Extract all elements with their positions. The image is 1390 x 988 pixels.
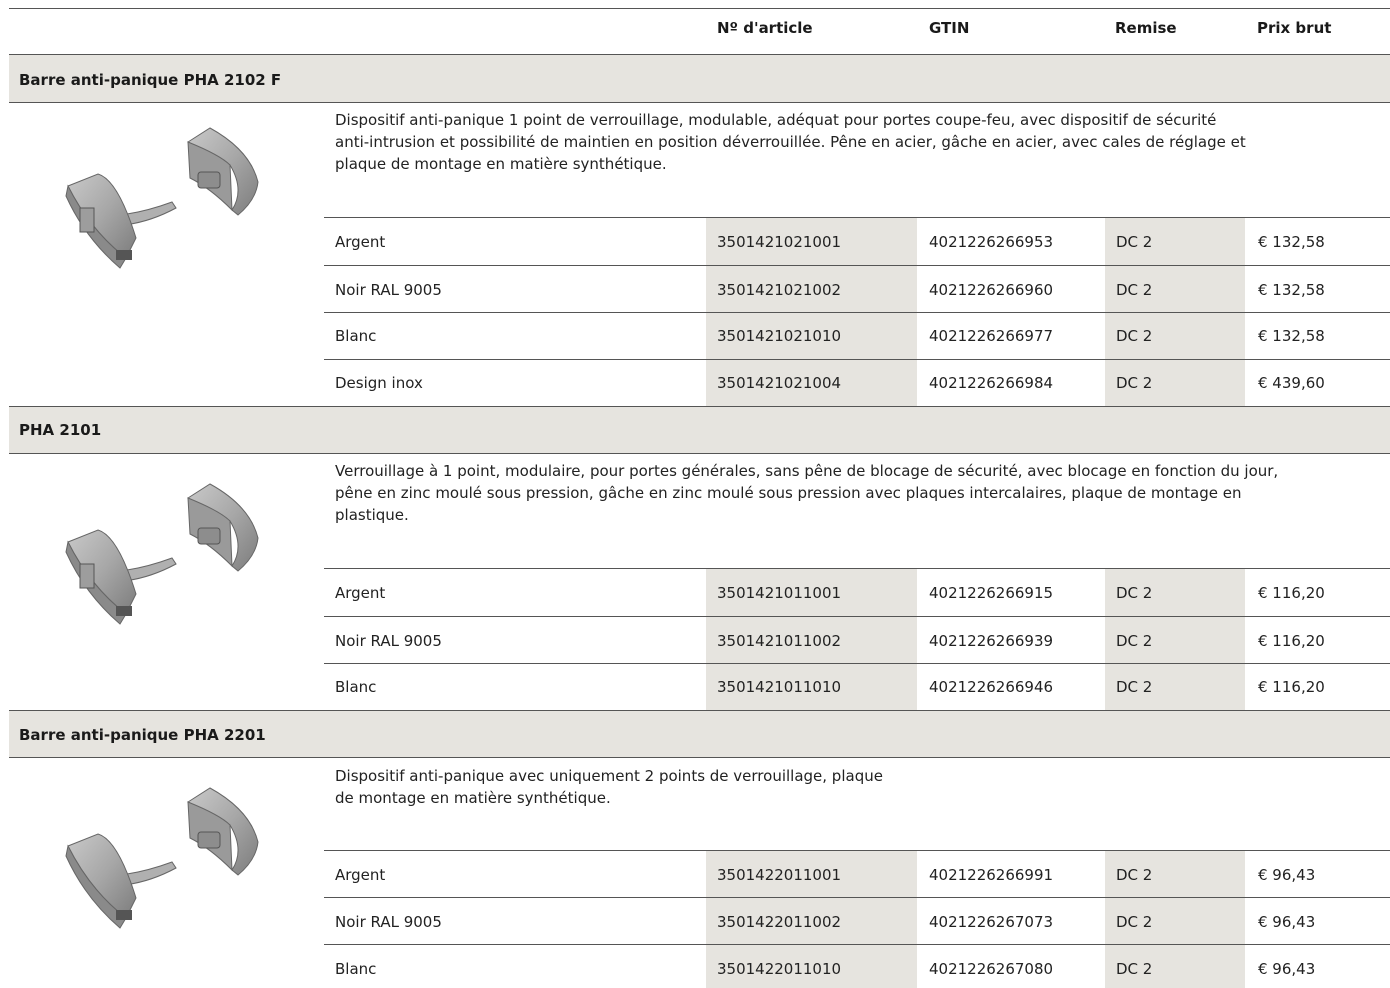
row-rule	[324, 217, 1390, 218]
article-number: 3501421011001	[717, 584, 842, 602]
article-number: 3501421011002	[717, 632, 842, 650]
row-rule	[324, 944, 1390, 945]
article-number: 3501422011010	[717, 960, 842, 978]
gtin-code: 4021226266977	[929, 327, 1054, 345]
article-number: 3501422011001	[717, 866, 842, 884]
discount-code: DC 2	[1116, 584, 1153, 602]
article-number: 3501421021004	[717, 374, 842, 392]
panic-bar-product-icon	[60, 780, 270, 939]
gtin-code: 4021226266984	[929, 374, 1054, 392]
gross-price: € 96,43	[1258, 960, 1316, 978]
gtin-code: 4021226267073	[929, 913, 1054, 931]
gtin-code: 4021226266991	[929, 866, 1054, 884]
description-line: pêne en zinc moulé sous pression, gâche …	[335, 484, 1242, 502]
variant-name: Blanc	[335, 960, 377, 978]
column-header-article: Nº d'article	[717, 19, 813, 37]
header-top-rule	[9, 8, 1390, 9]
column-header-price: Prix brut	[1257, 19, 1332, 37]
group-description: Dispositif anti-panique avec uniquement …	[335, 765, 1385, 809]
gtin-code: 4021226266915	[929, 584, 1054, 602]
row-rule	[324, 663, 1390, 664]
discount-code: DC 2	[1116, 913, 1153, 931]
gross-price: € 132,58	[1258, 327, 1325, 345]
gross-price: € 96,43	[1258, 866, 1316, 884]
gtin-code: 4021226267080	[929, 960, 1054, 978]
variant-name: Blanc	[335, 327, 377, 345]
row-rule	[324, 265, 1390, 266]
article-number: 3501421021002	[717, 281, 842, 299]
variant-name: Design inox	[335, 374, 423, 392]
gtin-code: 4021226266953	[929, 233, 1054, 251]
description-line: anti-intrusion et possibilité de maintie…	[335, 133, 1246, 151]
description-line: plaque de montage en matière synthétique…	[335, 155, 667, 173]
gtin-code: 4021226266939	[929, 632, 1054, 650]
discount-code: DC 2	[1116, 678, 1153, 696]
column-header-gtin: GTIN	[929, 19, 970, 37]
row-rule	[324, 616, 1390, 617]
variant-name: Noir RAL 9005	[335, 632, 442, 650]
group-title: PHA 2101	[19, 421, 102, 439]
panic-bar-product-icon	[60, 120, 270, 279]
group-description: Verrouillage à 1 point, modulaire, pour …	[335, 460, 1385, 526]
group-title: Barre anti-panique PHA 2102 F	[19, 71, 282, 89]
row-rule	[324, 897, 1390, 898]
row-rule	[324, 568, 1390, 569]
variant-name: Argent	[335, 584, 386, 602]
panic-bar-product-icon	[60, 476, 270, 635]
discount-code: DC 2	[1116, 960, 1153, 978]
variant-name: Argent	[335, 233, 386, 251]
gross-price: € 132,58	[1258, 281, 1325, 299]
discount-code: DC 2	[1116, 374, 1153, 392]
gross-price: € 132,58	[1258, 233, 1325, 251]
article-number: 3501422011002	[717, 913, 842, 931]
description-line: plastique.	[335, 506, 409, 524]
column-header-discount: Remise	[1115, 19, 1177, 37]
group-header	[9, 406, 1390, 454]
gtin-code: 4021226266960	[929, 281, 1054, 299]
gross-price: € 96,43	[1258, 913, 1316, 931]
row-rule	[324, 312, 1390, 313]
description-line: Dispositif anti-panique avec uniquement …	[335, 767, 883, 785]
group-description: Dispositif anti-panique 1 point de verro…	[335, 109, 1385, 175]
discount-code: DC 2	[1116, 866, 1153, 884]
gross-price: € 116,20	[1258, 678, 1325, 696]
variant-name: Noir RAL 9005	[335, 913, 442, 931]
discount-code: DC 2	[1116, 233, 1153, 251]
gross-price: € 116,20	[1258, 584, 1325, 602]
gross-price: € 439,60	[1258, 374, 1325, 392]
discount-code: DC 2	[1116, 281, 1153, 299]
gross-price: € 116,20	[1258, 632, 1325, 650]
variant-name: Blanc	[335, 678, 377, 696]
variant-name: Argent	[335, 866, 386, 884]
group-title: Barre anti-panique PHA 2201	[19, 726, 266, 744]
description-line: Dispositif anti-panique 1 point de verro…	[335, 111, 1217, 129]
description-line: Verrouillage à 1 point, modulaire, pour …	[335, 462, 1279, 480]
row-rule	[324, 359, 1390, 360]
row-rule	[324, 850, 1390, 851]
description-line: de montage en matière synthétique.	[335, 789, 611, 807]
gtin-code: 4021226266946	[929, 678, 1054, 696]
article-number: 3501421021010	[717, 327, 842, 345]
article-number: 3501421011010	[717, 678, 842, 696]
article-number: 3501421021001	[717, 233, 842, 251]
variant-name: Noir RAL 9005	[335, 281, 442, 299]
discount-code: DC 2	[1116, 632, 1153, 650]
discount-code: DC 2	[1116, 327, 1153, 345]
